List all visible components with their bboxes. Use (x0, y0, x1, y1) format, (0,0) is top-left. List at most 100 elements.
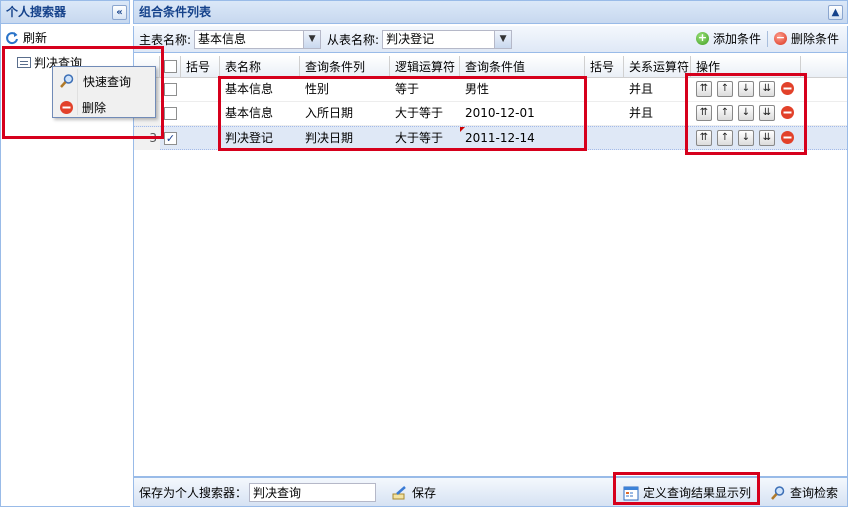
menu-item-quick-query[interactable]: 快速查询 (53, 69, 155, 93)
menu-item-label: 删除 (82, 100, 107, 115)
move-top-icon[interactable]: ⇈ (696, 105, 712, 121)
condition-grid: 括号 表名称 查询条件列 逻辑运算符 查询条件值 括号 关系运算符 操作 1 基… (133, 52, 848, 477)
select-all-checkbox[interactable] (164, 60, 177, 73)
define-result-columns-button[interactable]: 定义查询结果显示列 (623, 484, 751, 501)
collapse-right-button[interactable]: ▲ (828, 5, 843, 20)
delete-icon: − (773, 31, 787, 45)
move-up-icon[interactable]: ↑ (717, 130, 733, 146)
menu-item-delete[interactable]: 删除 (53, 95, 155, 119)
slave-table-label: 从表名称: (327, 32, 380, 47)
save-as-label: 保存为个人搜索器： (139, 485, 248, 500)
left-panel-header: 个人搜索器 « (0, 0, 130, 24)
row-checkbox[interactable]: ✓ (164, 132, 177, 145)
save-label: 保存 (412, 486, 437, 500)
search-label: 查询检索 (790, 486, 839, 500)
col-lparen[interactable]: 括号 (181, 56, 220, 78)
row-operations: ⇈ ↑ ↓ ⇊ (696, 105, 795, 121)
move-down-icon[interactable]: ↓ (738, 130, 754, 146)
left-toolbar: 刷新 (1, 24, 130, 51)
delete-row-icon[interactable] (780, 105, 795, 120)
add-condition-button[interactable]: + 添加条件 (695, 30, 761, 47)
search-button[interactable]: 查询检索 (770, 484, 838, 501)
cell-table-name[interactable]: 基本信息 (220, 78, 300, 101)
select-all-header (160, 56, 181, 78)
cell-table-name[interactable]: 判决登记 (220, 127, 300, 150)
delete-condition-label: 删除条件 (790, 32, 839, 46)
slave-table-value: 判决登记 (386, 31, 435, 46)
add-icon: + (695, 31, 709, 45)
col-operations: 操作 (691, 56, 801, 78)
right-panel-title: 组合条件列表 (139, 5, 212, 19)
magnifier-icon (771, 485, 785, 500)
chevron-down-icon[interactable]: ▼ (303, 30, 321, 48)
cell-relation-operator[interactable] (624, 127, 691, 150)
cell-lparen[interactable] (181, 102, 220, 125)
move-up-icon[interactable]: ↑ (717, 105, 733, 121)
row-checkbox[interactable] (164, 107, 177, 120)
row-operations: ⇈ ↑ ↓ ⇊ (696, 81, 795, 97)
move-down-icon[interactable]: ↓ (738, 105, 754, 121)
cell-query-column[interactable]: 入所日期 (300, 102, 390, 125)
searcher-name-field[interactable] (249, 482, 377, 502)
cell-rparen[interactable] (585, 102, 624, 125)
col-query-column[interactable]: 查询条件列 (300, 56, 390, 78)
collapse-left-button[interactable]: « (112, 5, 127, 20)
cell-rparen[interactable] (585, 127, 624, 150)
cell-relation-operator[interactable]: 并且 (624, 78, 691, 101)
row-number: 3 (134, 127, 160, 150)
move-bottom-icon[interactable]: ⇊ (759, 105, 775, 121)
move-top-icon[interactable]: ⇈ (696, 130, 712, 146)
calendar-grid-icon (623, 486, 639, 500)
row-checkbox[interactable] (164, 83, 177, 96)
col-rparen[interactable]: 括号 (585, 56, 624, 78)
bottom-toolbar: 保存为个人搜索器： 保存 定义查询结果显示列 查询检索 (133, 477, 848, 507)
cell-lparen[interactable] (181, 78, 220, 101)
cell-query-value[interactable]: 2010-12-01 (460, 102, 585, 125)
table-row[interactable]: 1 基本信息 性别 等于 男性 并且 ⇈ ↑ ↓ ⇊ (134, 78, 847, 102)
add-condition-label: 添加条件 (712, 32, 761, 46)
master-table-value: 基本信息 (198, 31, 247, 46)
cell-relation-operator[interactable]: 并且 (624, 102, 691, 125)
delete-icon (60, 100, 73, 114)
col-logic-operator[interactable]: 逻辑运算符 (390, 56, 460, 78)
master-table-select[interactable]: 基本信息 ▼ (194, 29, 322, 49)
left-panel-title: 个人搜索器 (6, 5, 67, 19)
move-bottom-icon[interactable]: ⇊ (759, 130, 775, 146)
slave-table-select[interactable]: 判决登记 ▼ (382, 29, 513, 49)
col-query-value[interactable]: 查询条件值 (460, 56, 585, 78)
cell-query-value[interactable]: 男性 (460, 78, 585, 101)
col-table-name[interactable]: 表名称 (220, 56, 300, 78)
col-relation-operator[interactable]: 关系运算符 (624, 56, 691, 78)
toolbar-actions: + 添加条件 − 删除条件 (695, 30, 839, 47)
cell-logic-operator[interactable]: 大于等于 (390, 102, 460, 125)
form-node-icon (17, 57, 31, 68)
delete-row-icon[interactable] (780, 81, 795, 96)
save-pencil-icon (392, 485, 406, 499)
cell-lparen[interactable] (181, 127, 220, 150)
cell-rparen[interactable] (585, 78, 624, 101)
refresh-button[interactable]: 刷新 (5, 29, 47, 46)
menu-separator (77, 69, 78, 115)
table-row[interactable]: 2 基本信息 入所日期 大于等于 2010-12-01 并且 ⇈ ↑ ↓ ⇊ (134, 102, 847, 126)
cell-table-name[interactable]: 基本信息 (220, 102, 300, 125)
move-top-icon[interactable]: ⇈ (696, 81, 712, 97)
magnifier-icon (60, 74, 74, 88)
move-down-icon[interactable]: ↓ (738, 81, 754, 97)
chevron-down-icon[interactable]: ▼ (494, 30, 512, 48)
refresh-icon (6, 31, 18, 44)
cell-query-column[interactable]: 判决日期 (300, 127, 390, 150)
cell-logic-operator[interactable]: 等于 (390, 78, 460, 101)
cell-query-value[interactable]: 2011-12-14 (460, 127, 585, 150)
grid-header: 括号 表名称 查询条件列 逻辑运算符 查询条件值 括号 关系运算符 操作 (134, 56, 847, 78)
master-table-label: 主表名称: (139, 32, 192, 47)
delete-row-icon[interactable] (780, 130, 795, 145)
move-up-icon[interactable]: ↑ (717, 81, 733, 97)
cell-query-column[interactable]: 性别 (300, 78, 390, 101)
toolbar-separator (766, 30, 768, 47)
cell-logic-operator[interactable]: 大于等于 (390, 127, 460, 150)
refresh-label: 刷新 (23, 31, 48, 45)
table-row-selected[interactable]: 3 ✓ 判决登记 判决日期 大于等于 2011-12-14 ⇈ ↑ ↓ ⇊ (134, 126, 847, 150)
move-bottom-icon[interactable]: ⇊ (759, 81, 775, 97)
save-button[interactable]: 保存 (392, 484, 436, 501)
delete-condition-button[interactable]: − 删除条件 (773, 30, 839, 47)
